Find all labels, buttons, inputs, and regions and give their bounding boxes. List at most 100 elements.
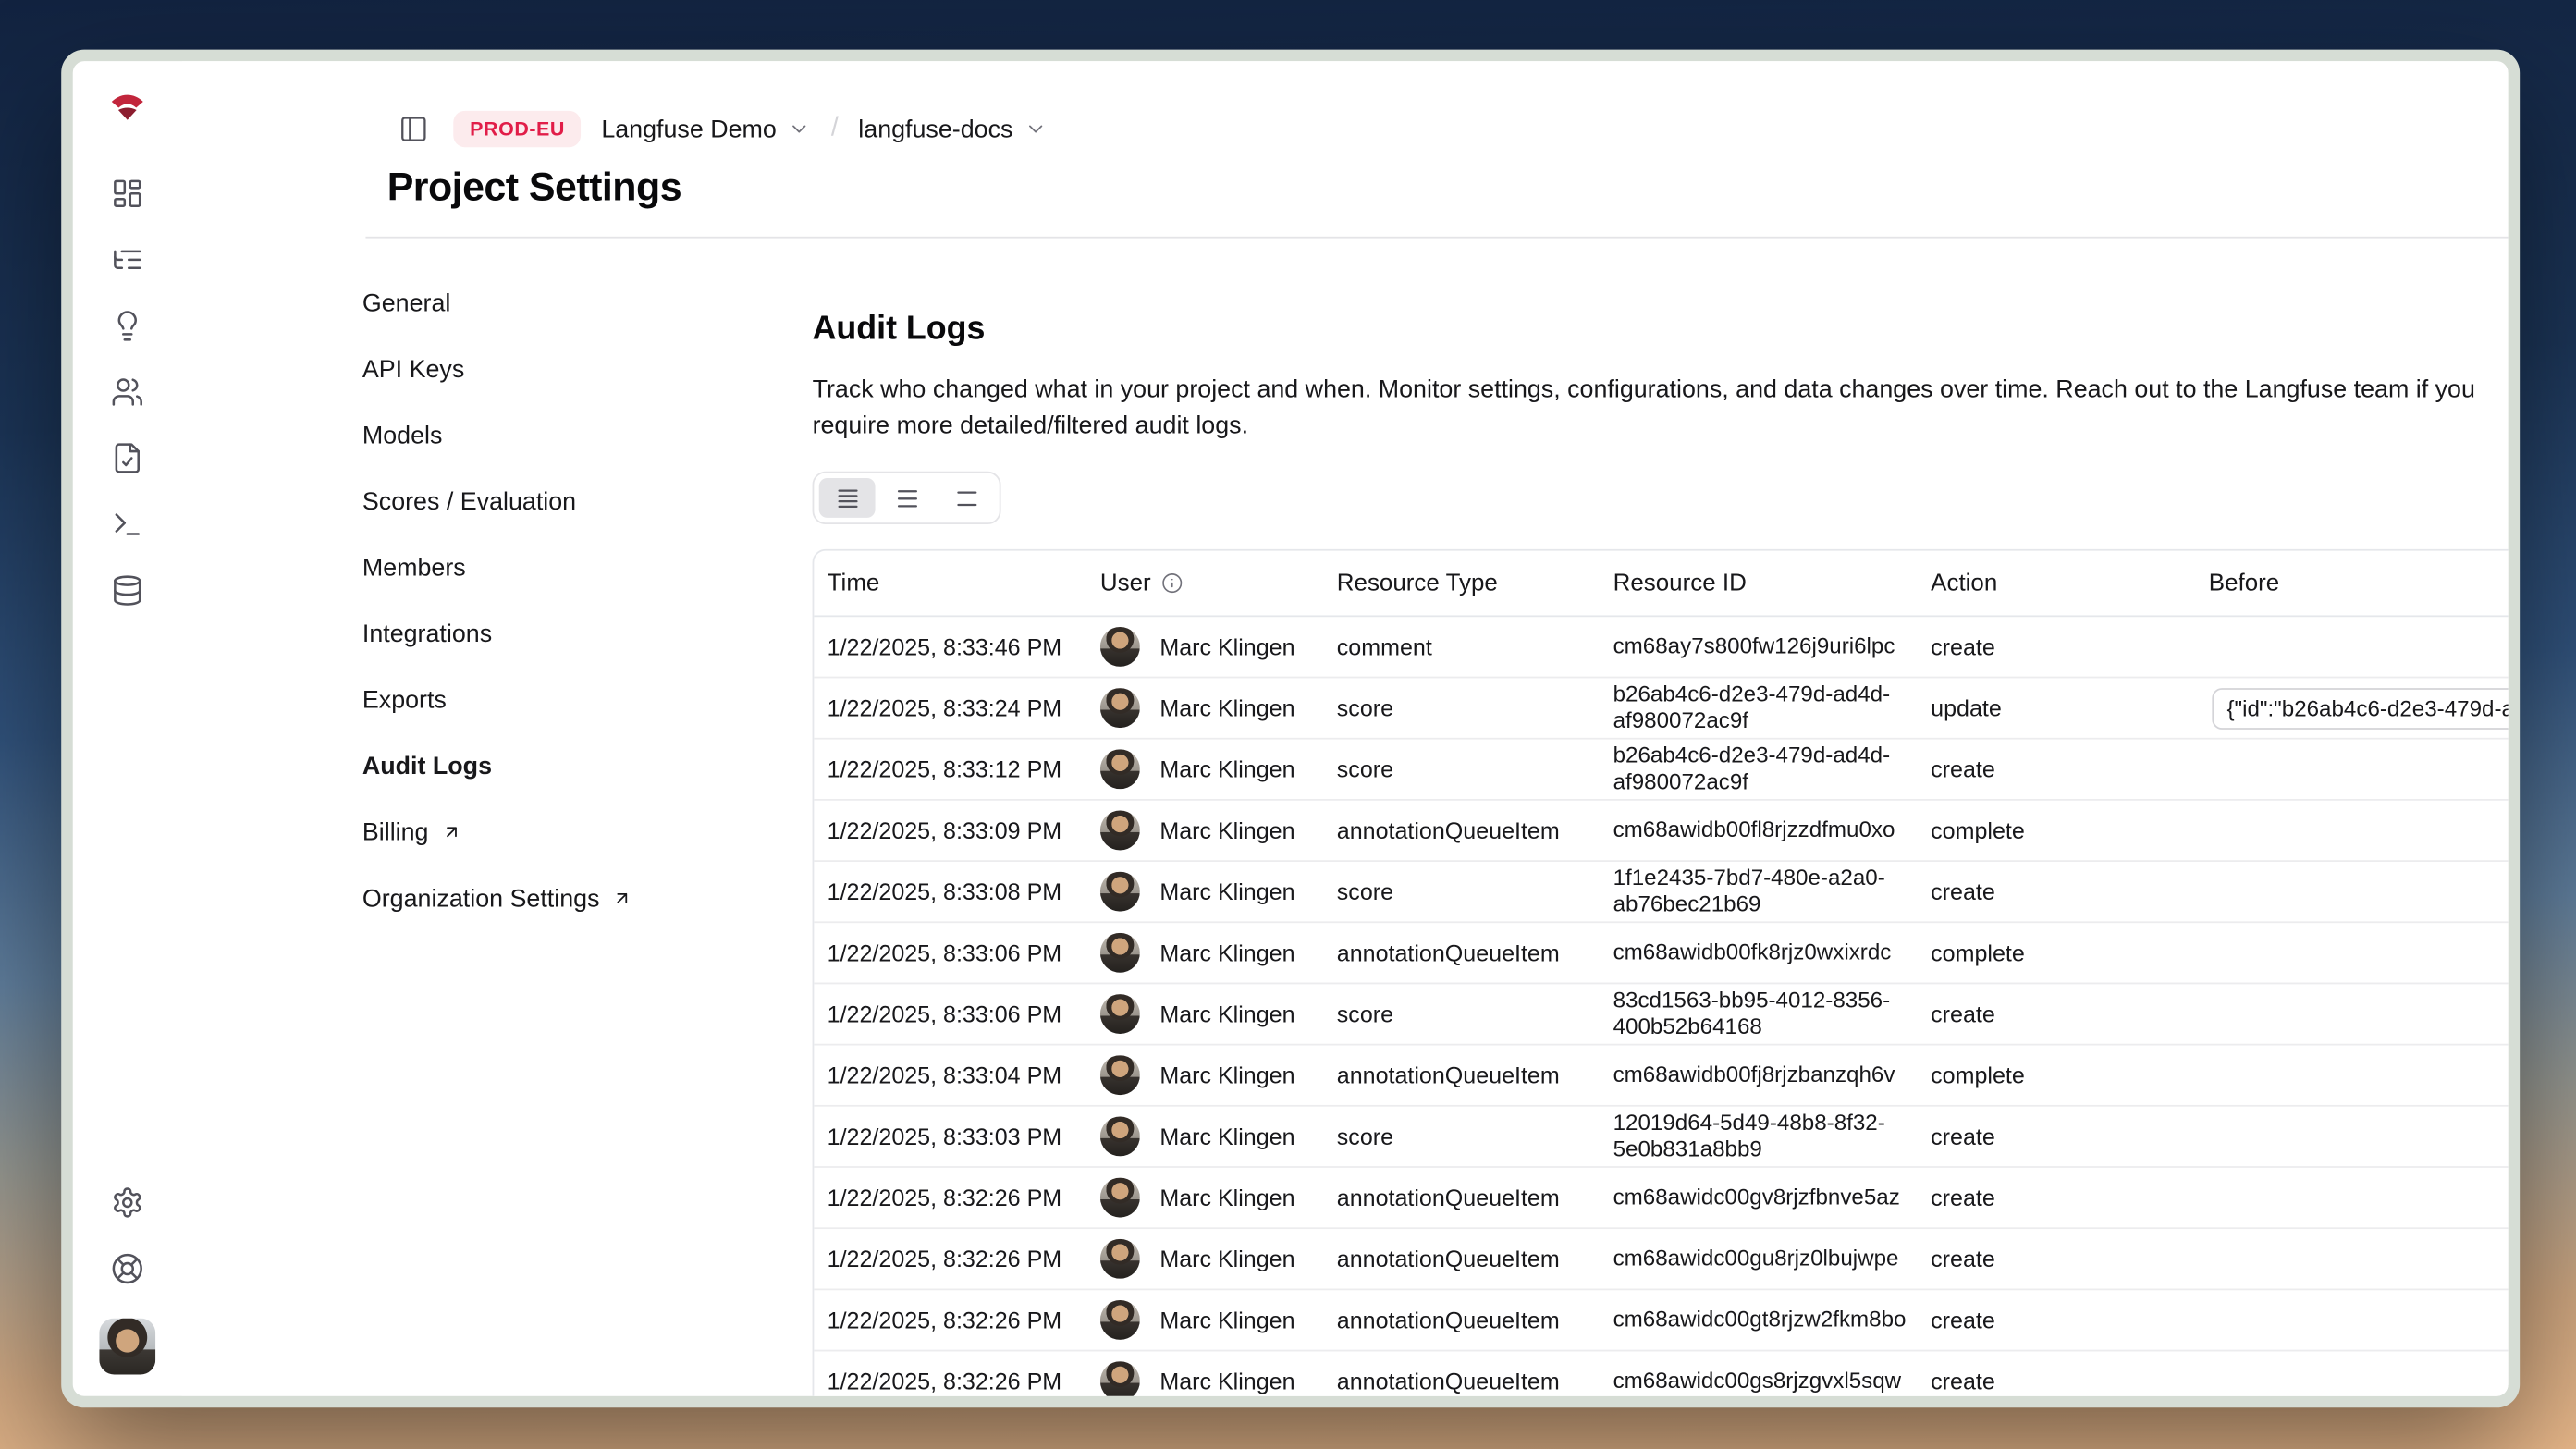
audit-resource-type: score — [1323, 878, 1600, 905]
user-name: Marc Klingen — [1159, 694, 1294, 721]
table-row[interactable]: 1/22/2025, 8:33:09 PMMarc Klingenannotat… — [814, 801, 2520, 862]
audit-before: {"id":"b26ab4c6-d2e3-479d-a — [2195, 681, 2520, 735]
audit-resource-type: score — [1323, 1124, 1600, 1150]
audit-table-body: 1/22/2025, 8:33:46 PMMarc Klingencomment… — [814, 617, 2520, 1407]
external-link-icon — [442, 822, 461, 841]
sidebar-item-datasets-doc[interactable] — [101, 432, 153, 485]
breadcrumb: PROD-EU Langfuse Demo / langfuse-docs — [390, 103, 1050, 155]
audit-resource-id: 12019d64-5d49-48b8-8f32-5e0b831a8bb9 — [1600, 1110, 1918, 1162]
audit-logs-title: Audit Logs — [813, 311, 2521, 349]
settings-nav-item-exports[interactable]: Exports — [362, 667, 776, 733]
audit-resource-type: score — [1323, 755, 1600, 782]
user-name: Marc Klingen — [1159, 1124, 1294, 1150]
audit-resource-id: cm68awidb00fl8rjzzdfmu0xo — [1600, 817, 1918, 844]
column-header-user: User — [1087, 570, 1324, 596]
sidebar-item-datasets[interactable] — [101, 564, 153, 617]
user-name: Marc Klingen — [1159, 1307, 1294, 1333]
audit-action: create — [1918, 1307, 2196, 1333]
column-header-before: Before — [2195, 570, 2520, 596]
settings-nav: GeneralAPI KeysModelsScores / Evaluation… — [362, 270, 776, 932]
org-name: Langfuse Demo — [601, 115, 777, 142]
audit-user: Marc Klingen — [1087, 1361, 1324, 1401]
audit-user: Marc Klingen — [1087, 749, 1324, 789]
audit-action: create — [1918, 633, 2196, 660]
sidebar-toggle-button[interactable] — [390, 105, 436, 152]
org-selector[interactable]: Langfuse Demo — [598, 108, 815, 150]
audit-time: 1/22/2025, 8:33:06 PM — [814, 1001, 1086, 1027]
database-icon — [111, 574, 144, 608]
audit-resource-type: comment — [1323, 633, 1600, 660]
audit-action: create — [1918, 1001, 2196, 1027]
audit-action: complete — [1918, 939, 2196, 966]
audit-time: 1/22/2025, 8:32:26 PM — [814, 1307, 1086, 1333]
user-avatar-icon — [1100, 933, 1140, 973]
audit-resource-type: annotationQueueItem — [1323, 1307, 1600, 1333]
sidebar-item-support[interactable] — [101, 1242, 153, 1295]
audit-user: Marc Klingen — [1087, 1116, 1324, 1156]
page-title: Project Settings — [387, 166, 681, 212]
sidebar-item-dashboard[interactable] — [101, 167, 153, 220]
row-height-large-button[interactable] — [938, 478, 995, 518]
audit-time: 1/22/2025, 8:33:08 PM — [814, 878, 1086, 905]
row-height-large-icon — [954, 485, 979, 510]
table-row[interactable]: 1/22/2025, 8:33:04 PMMarc Klingenannotat… — [814, 1046, 2520, 1107]
sidebar-item-traces[interactable] — [101, 233, 153, 286]
settings-nav-item-billing[interactable]: Billing — [362, 799, 776, 866]
table-row[interactable]: 1/22/2025, 8:33:12 PMMarc Klingenscoreb2… — [814, 740, 2520, 801]
before-value[interactable]: {"id":"b26ab4c6-d2e3-479d-a — [2212, 687, 2520, 729]
header-divider — [365, 237, 2520, 239]
table-row[interactable]: 1/22/2025, 8:32:26 PMMarc Klingenannotat… — [814, 1351, 2520, 1407]
audit-resource-type: annotationQueueItem — [1323, 1368, 1600, 1394]
sidebar-item-prompts[interactable] — [101, 300, 153, 352]
settings-nav-item-audit-logs[interactable]: Audit Logs — [362, 732, 776, 799]
row-height-small-button[interactable] — [819, 478, 876, 518]
audit-user: Marc Klingen — [1087, 1300, 1324, 1340]
row-height-toggle-group — [813, 472, 1001, 524]
info-icon[interactable] — [1160, 572, 1182, 594]
settings-nav-item-models[interactable]: Models — [362, 402, 776, 469]
audit-resource-id: cm68ay7s800fw126j9uri6lpc — [1600, 633, 1918, 660]
audit-user: Marc Klingen — [1087, 872, 1324, 912]
audit-user: Marc Klingen — [1087, 994, 1324, 1034]
table-row[interactable]: 1/22/2025, 8:33:06 PMMarc Klingenscore83… — [814, 984, 2520, 1045]
audit-resource-type: score — [1323, 1001, 1600, 1027]
table-row[interactable]: 1/22/2025, 8:33:08 PMMarc Klingenscore1f… — [814, 862, 2520, 923]
table-row[interactable]: 1/22/2025, 8:33:24 PMMarc Klingenscoreb2… — [814, 678, 2520, 739]
audit-resource-type: annotationQueueItem — [1323, 1185, 1600, 1211]
sidebar-item-playground[interactable] — [101, 497, 153, 550]
table-row[interactable]: 1/22/2025, 8:33:03 PMMarc Klingenscore12… — [814, 1107, 2520, 1168]
user-name: Marc Klingen — [1159, 939, 1294, 966]
settings-nav-item-organization-settings[interactable]: Organization Settings — [362, 866, 776, 932]
table-row[interactable]: 1/22/2025, 8:32:26 PM Marc Klingen annotat… — [814, 1290, 2520, 1351]
sidebar-item-users[interactable] — [101, 365, 153, 418]
audit-table: Time User Resource Type Resource ID Acti… — [813, 549, 2521, 1407]
project-selector[interactable]: langfuse-docs — [855, 108, 1051, 150]
audit-resource-id: cm68awidc00gv8rjzfbnve5az — [1600, 1185, 1918, 1211]
settings-nav-item-scores-evaluation[interactable]: Scores / Evaluation — [362, 468, 776, 534]
column-header-resource-type: Resource Type — [1323, 570, 1600, 596]
audit-user: Marc Klingen — [1087, 933, 1324, 973]
user-avatar[interactable] — [99, 1319, 155, 1375]
table-row[interactable]: 1/22/2025, 8:33:06 PMMarc Klingenannotat… — [814, 923, 2520, 984]
table-row[interactable]: 1/22/2025, 8:32:26 PMMarc Klingenannotat… — [814, 1229, 2520, 1290]
user-avatar-icon — [1100, 1361, 1140, 1401]
external-link-icon — [613, 889, 632, 908]
row-height-medium-button[interactable] — [878, 478, 935, 518]
settings-nav-item-members[interactable]: Members — [362, 534, 776, 601]
nav-item-label: Audit Logs — [362, 752, 492, 780]
sidebar-item-settings[interactable] — [101, 1176, 153, 1229]
settings-nav-item-general[interactable]: General — [362, 270, 776, 337]
settings-nav-item-api-keys[interactable]: API Keys — [362, 336, 776, 402]
audit-action: complete — [1918, 1062, 2196, 1088]
settings-nav-item-integrations[interactable]: Integrations — [362, 600, 776, 667]
table-row[interactable]: 1/22/2025, 8:33:46 PMMarc Klingencomment… — [814, 617, 2520, 678]
user-name: Marc Klingen — [1159, 1062, 1294, 1088]
settings-gear-icon — [111, 1186, 144, 1220]
table-row[interactable]: 1/22/2025, 8:32:26 PMMarc Klingenannotat… — [814, 1168, 2520, 1229]
audit-action: update — [1918, 694, 2196, 721]
audit-resource-id: 1f1e2435-7bd7-480e-a2a0-ab76bec21b69 — [1600, 866, 1918, 918]
user-avatar-icon — [1100, 627, 1140, 667]
user-avatar-icon — [1100, 1300, 1140, 1340]
dashboard-icon — [111, 177, 144, 210]
user-name: Marc Klingen — [1159, 1001, 1294, 1027]
